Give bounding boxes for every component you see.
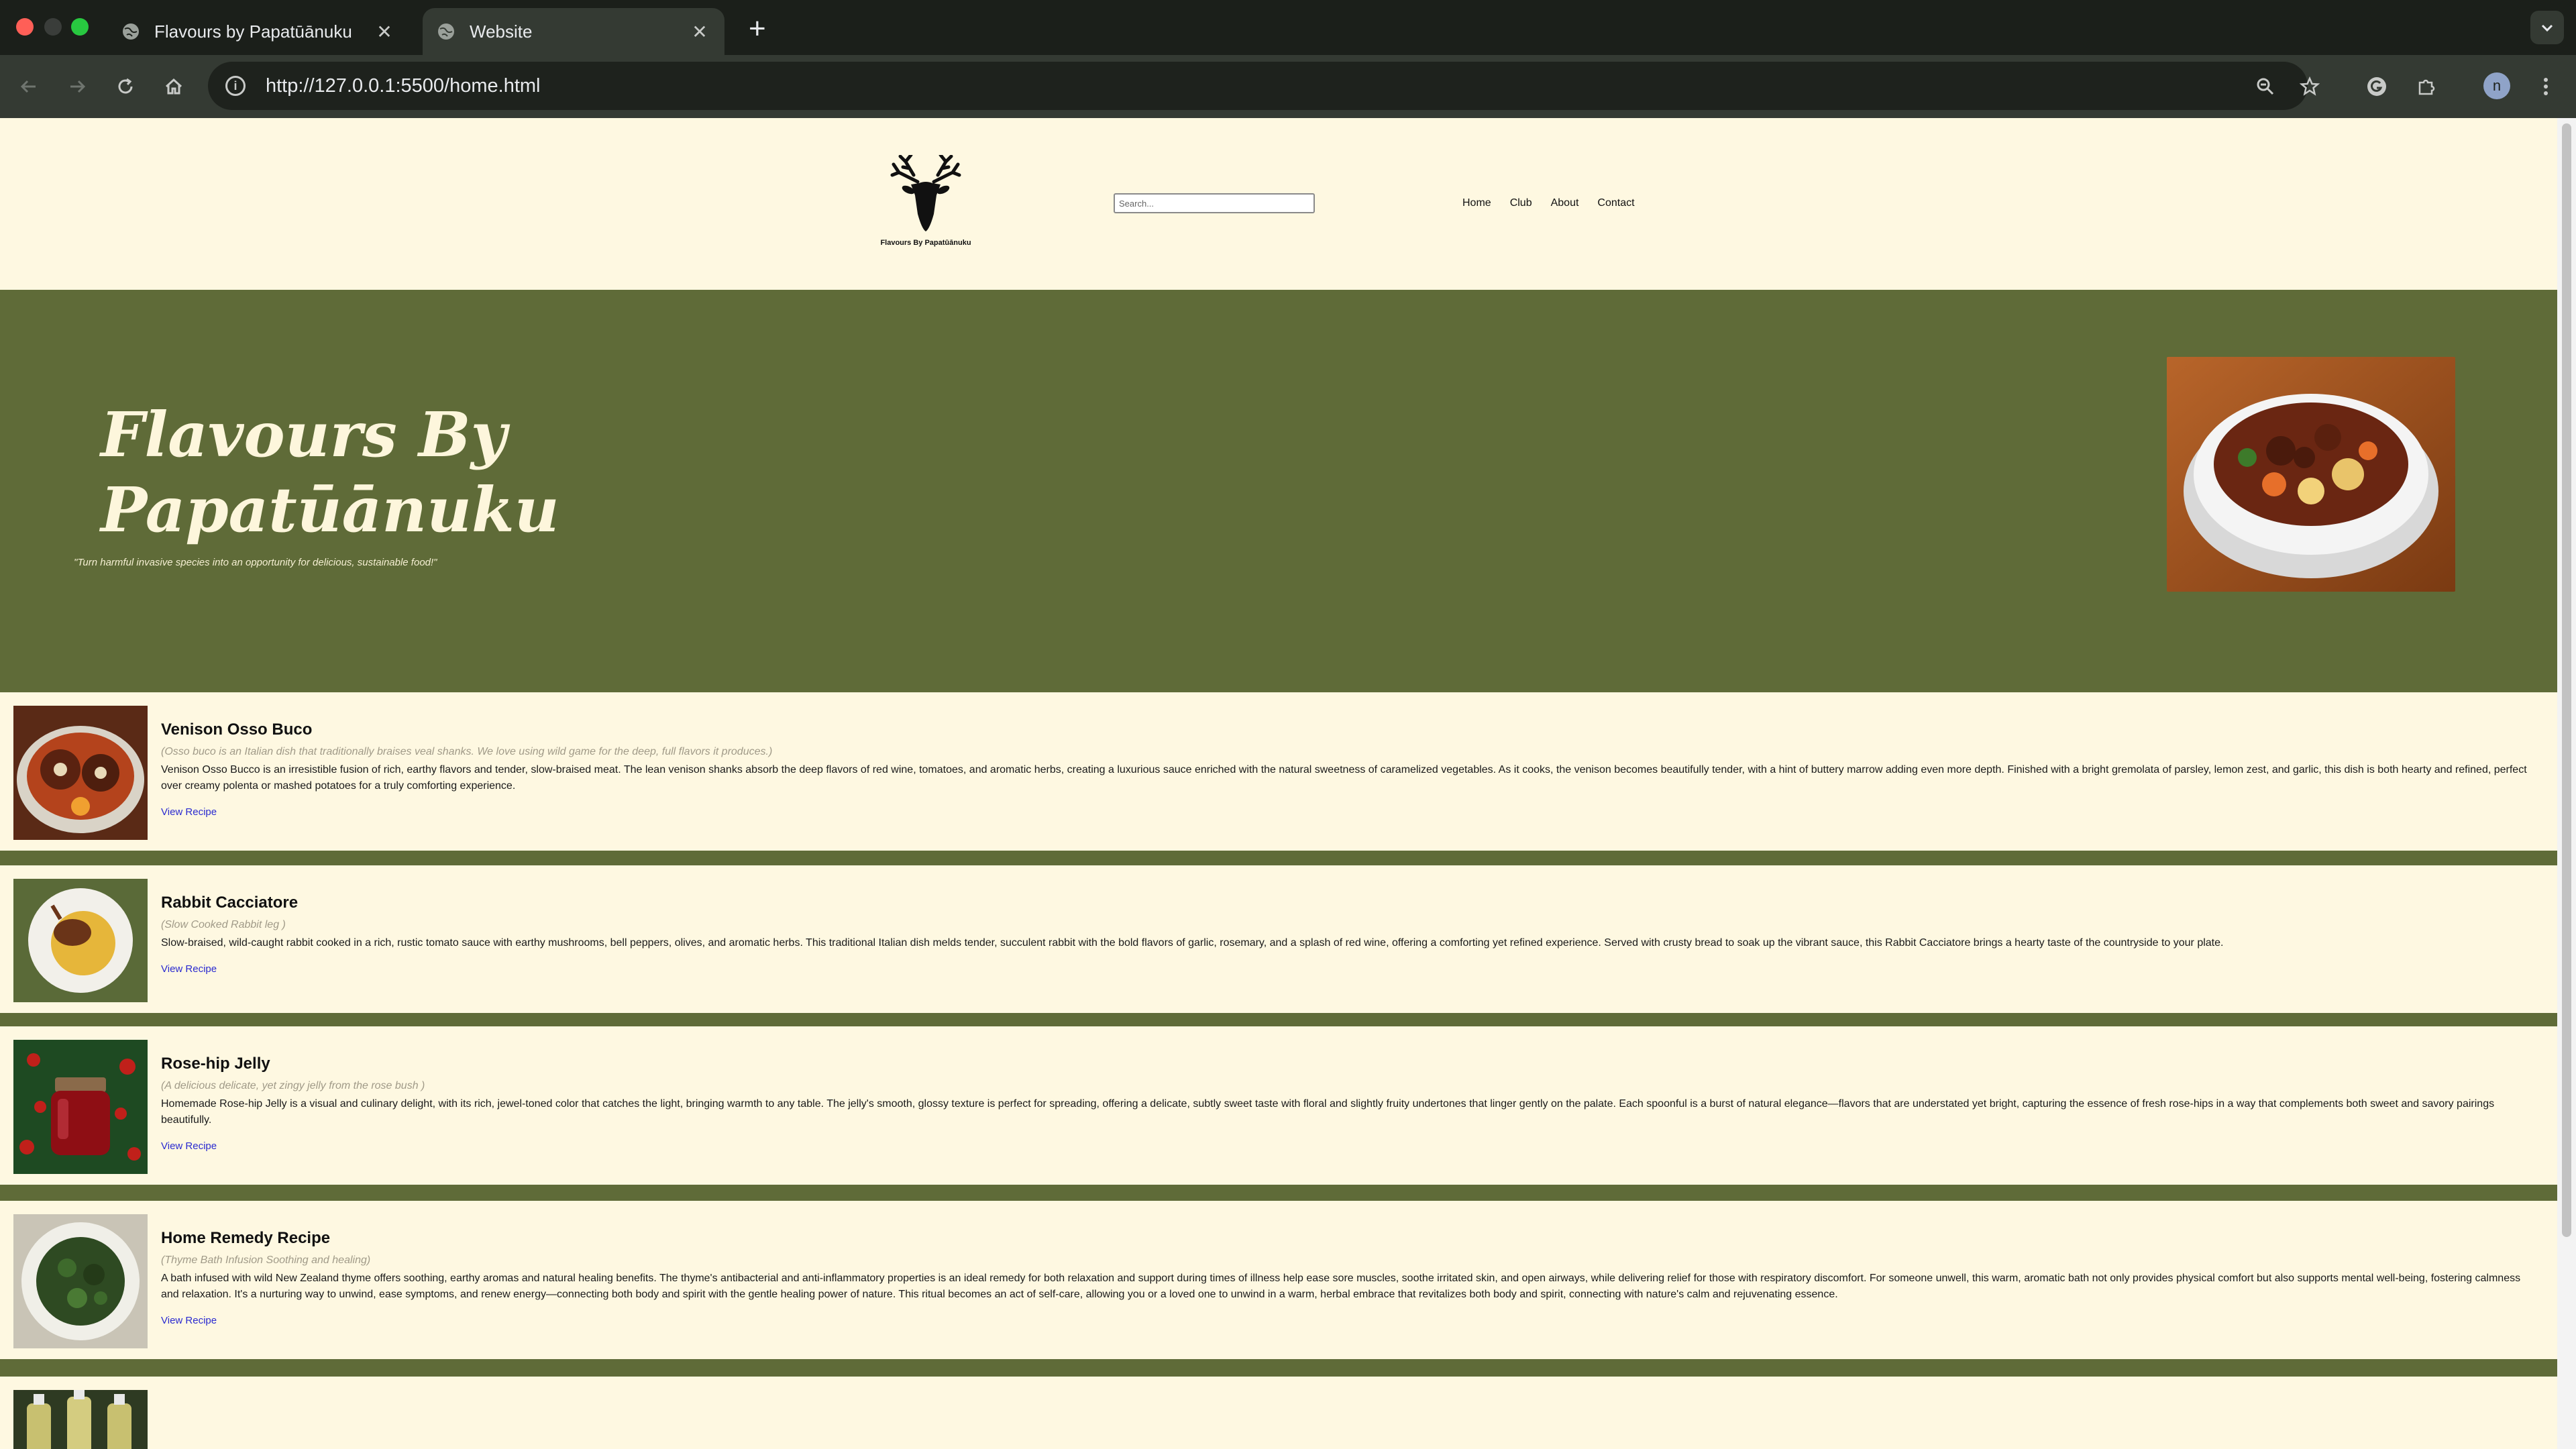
bookmark-button[interactable]: [2293, 70, 2326, 103]
close-icon[interactable]: ✕: [688, 21, 711, 43]
recipe-description: Venison Osso Bucco is an irresistible fu…: [161, 764, 2527, 792]
recipe-subtitle: (Slow Cooked Rabbit leg ): [161, 919, 286, 930]
tab-title: Flavours by Papatūānuku: [154, 21, 352, 42]
thyme-bath-image: [13, 1214, 148, 1348]
grammarly-icon: [2367, 77, 2386, 96]
logo-text: Flavours By Papatūānuku: [880, 239, 971, 247]
kebab-menu-icon: [2544, 78, 2548, 95]
recipe-title: Rose-hip Jelly: [161, 1055, 270, 1073]
view-recipe-link[interactable]: View Recipe: [161, 806, 217, 818]
grammarly-extension-button[interactable]: [2360, 70, 2394, 103]
globe-icon: [123, 23, 139, 40]
star-icon: [2300, 76, 2320, 96]
recipe-card: Rabbit Cacciatore (Slow Cooked Rabbit le…: [0, 865, 2557, 1013]
zoom-icon: [2257, 78, 2274, 95]
nav-club[interactable]: Club: [1510, 197, 1532, 209]
stag-logo-icon[interactable]: [879, 155, 973, 242]
recipe-description: Homemade Rose-hip Jelly is a visual and …: [161, 1098, 2495, 1126]
globe-icon: [438, 23, 454, 40]
recipe-title: Venison Osso Buco: [161, 720, 313, 739]
extensions-button[interactable]: [2410, 70, 2443, 103]
recipe-card: Home Remedy Recipe (Thyme Bath Infusion …: [0, 1201, 2557, 1359]
hero-title: Flavours By Papatūānuku: [101, 397, 637, 547]
rosehip-jelly-image: [13, 1040, 148, 1174]
browser-toolbar: i http://127.0.0.1:5500/home.html: [0, 55, 2576, 118]
recipe-card-body: Rose-hip Jelly (A delicious delicate, ye…: [161, 1055, 2538, 1152]
back-button[interactable]: [12, 70, 46, 103]
new-tab-button[interactable]: +: [749, 12, 766, 46]
address-bar[interactable]: i http://127.0.0.1:5500/home.html: [208, 62, 2308, 110]
home-button[interactable]: [157, 70, 191, 103]
forward-button[interactable]: [60, 70, 94, 103]
bottles-image: [13, 1390, 148, 1449]
arrow-right-icon: [70, 80, 86, 93]
recipe-card: Venison Osso Buco (Osso buco is an Itali…: [0, 692, 2557, 851]
recipe-title: Home Remedy Recipe: [161, 1229, 331, 1247]
tab-title: Website: [470, 21, 533, 42]
tab-search-button[interactable]: [2530, 11, 2564, 44]
recipe-description: A bath infused with wild New Zealand thy…: [161, 1273, 2521, 1300]
reload-button[interactable]: [109, 70, 142, 103]
site-header: Flavours By Papatūānuku Home Club About …: [0, 118, 2557, 290]
nav-about[interactable]: About: [1551, 197, 1579, 209]
minimize-window-button[interactable]: [44, 18, 62, 36]
page-scrollbar[interactable]: [2557, 118, 2576, 1449]
page-viewport: Flavours By Papatūānuku Home Club About …: [0, 118, 2557, 1449]
recipe-card-body: Venison Osso Buco (Osso buco is an Itali…: [161, 720, 2538, 818]
puzzle-icon: [2418, 79, 2435, 95]
view-recipe-link[interactable]: View Recipe: [161, 1315, 217, 1326]
recipe-subtitle: (Thyme Bath Infusion Soothing and healin…: [161, 1254, 371, 1266]
recipe-card-body: Rabbit Cacciatore (Slow Cooked Rabbit le…: [161, 894, 2538, 975]
maximize-window-button[interactable]: [71, 18, 89, 36]
recipe-subtitle: (A delicious delicate, yet zingy jelly f…: [161, 1080, 425, 1091]
zoom-button[interactable]: [2249, 70, 2282, 103]
arrow-left-icon: [20, 80, 36, 93]
main-nav: Home Club About Contact: [1462, 197, 1635, 209]
url-text[interactable]: http://127.0.0.1:5500/home.html: [266, 75, 541, 97]
profile-avatar[interactable]: n: [2483, 72, 2510, 99]
hero-banner: Flavours By Papatūānuku "Turn harmful in…: [0, 290, 2557, 679]
view-recipe-link[interactable]: View Recipe: [161, 963, 217, 975]
recipe-subtitle: (Osso buco is an Italian dish that tradi…: [161, 746, 773, 757]
recipe-card-body: Home Remedy Recipe (Thyme Bath Infusion …: [161, 1229, 2538, 1327]
close-window-button[interactable]: [16, 18, 34, 36]
recipe-title: Rabbit Cacciatore: [161, 894, 299, 912]
browser-tabstrip: Flavours by Papatūānuku ✕ Website ✕ +: [0, 0, 2576, 55]
nav-contact[interactable]: Contact: [1597, 197, 1634, 209]
hero-title-line1: Flavours By: [101, 398, 507, 471]
browser-tab-website[interactable]: Website ✕: [423, 8, 724, 55]
menu-button[interactable]: [2529, 70, 2563, 103]
home-icon: [165, 78, 182, 95]
close-icon[interactable]: ✕: [373, 21, 396, 43]
nav-home[interactable]: Home: [1462, 197, 1491, 209]
view-recipe-link[interactable]: View Recipe: [161, 1140, 217, 1152]
browser-tab-flavours[interactable]: Flavours by Papatūānuku ✕: [107, 8, 409, 55]
hero-tagline: "Turn harmful invasive species into an o…: [74, 557, 437, 568]
recipe-card: Rose-hip Jelly (A delicious delicate, ye…: [0, 1026, 2557, 1185]
search-input[interactable]: [1114, 193, 1315, 213]
hero-title-line2: Papatūānuku: [101, 474, 559, 546]
recipe-description: Slow-braised, wild-caught rabbit cooked …: [161, 937, 2224, 949]
reload-icon: [118, 78, 133, 94]
hero-stew-image: [2167, 357, 2455, 592]
osso-buco-image: [13, 706, 148, 840]
rabbit-cacciatore-image: [13, 879, 148, 1002]
recipe-card: [0, 1377, 2557, 1449]
scrollbar-thumb[interactable]: [2562, 123, 2571, 1237]
chevron-down-icon: [2541, 24, 2553, 32]
site-info-icon[interactable]: i: [225, 76, 246, 96]
